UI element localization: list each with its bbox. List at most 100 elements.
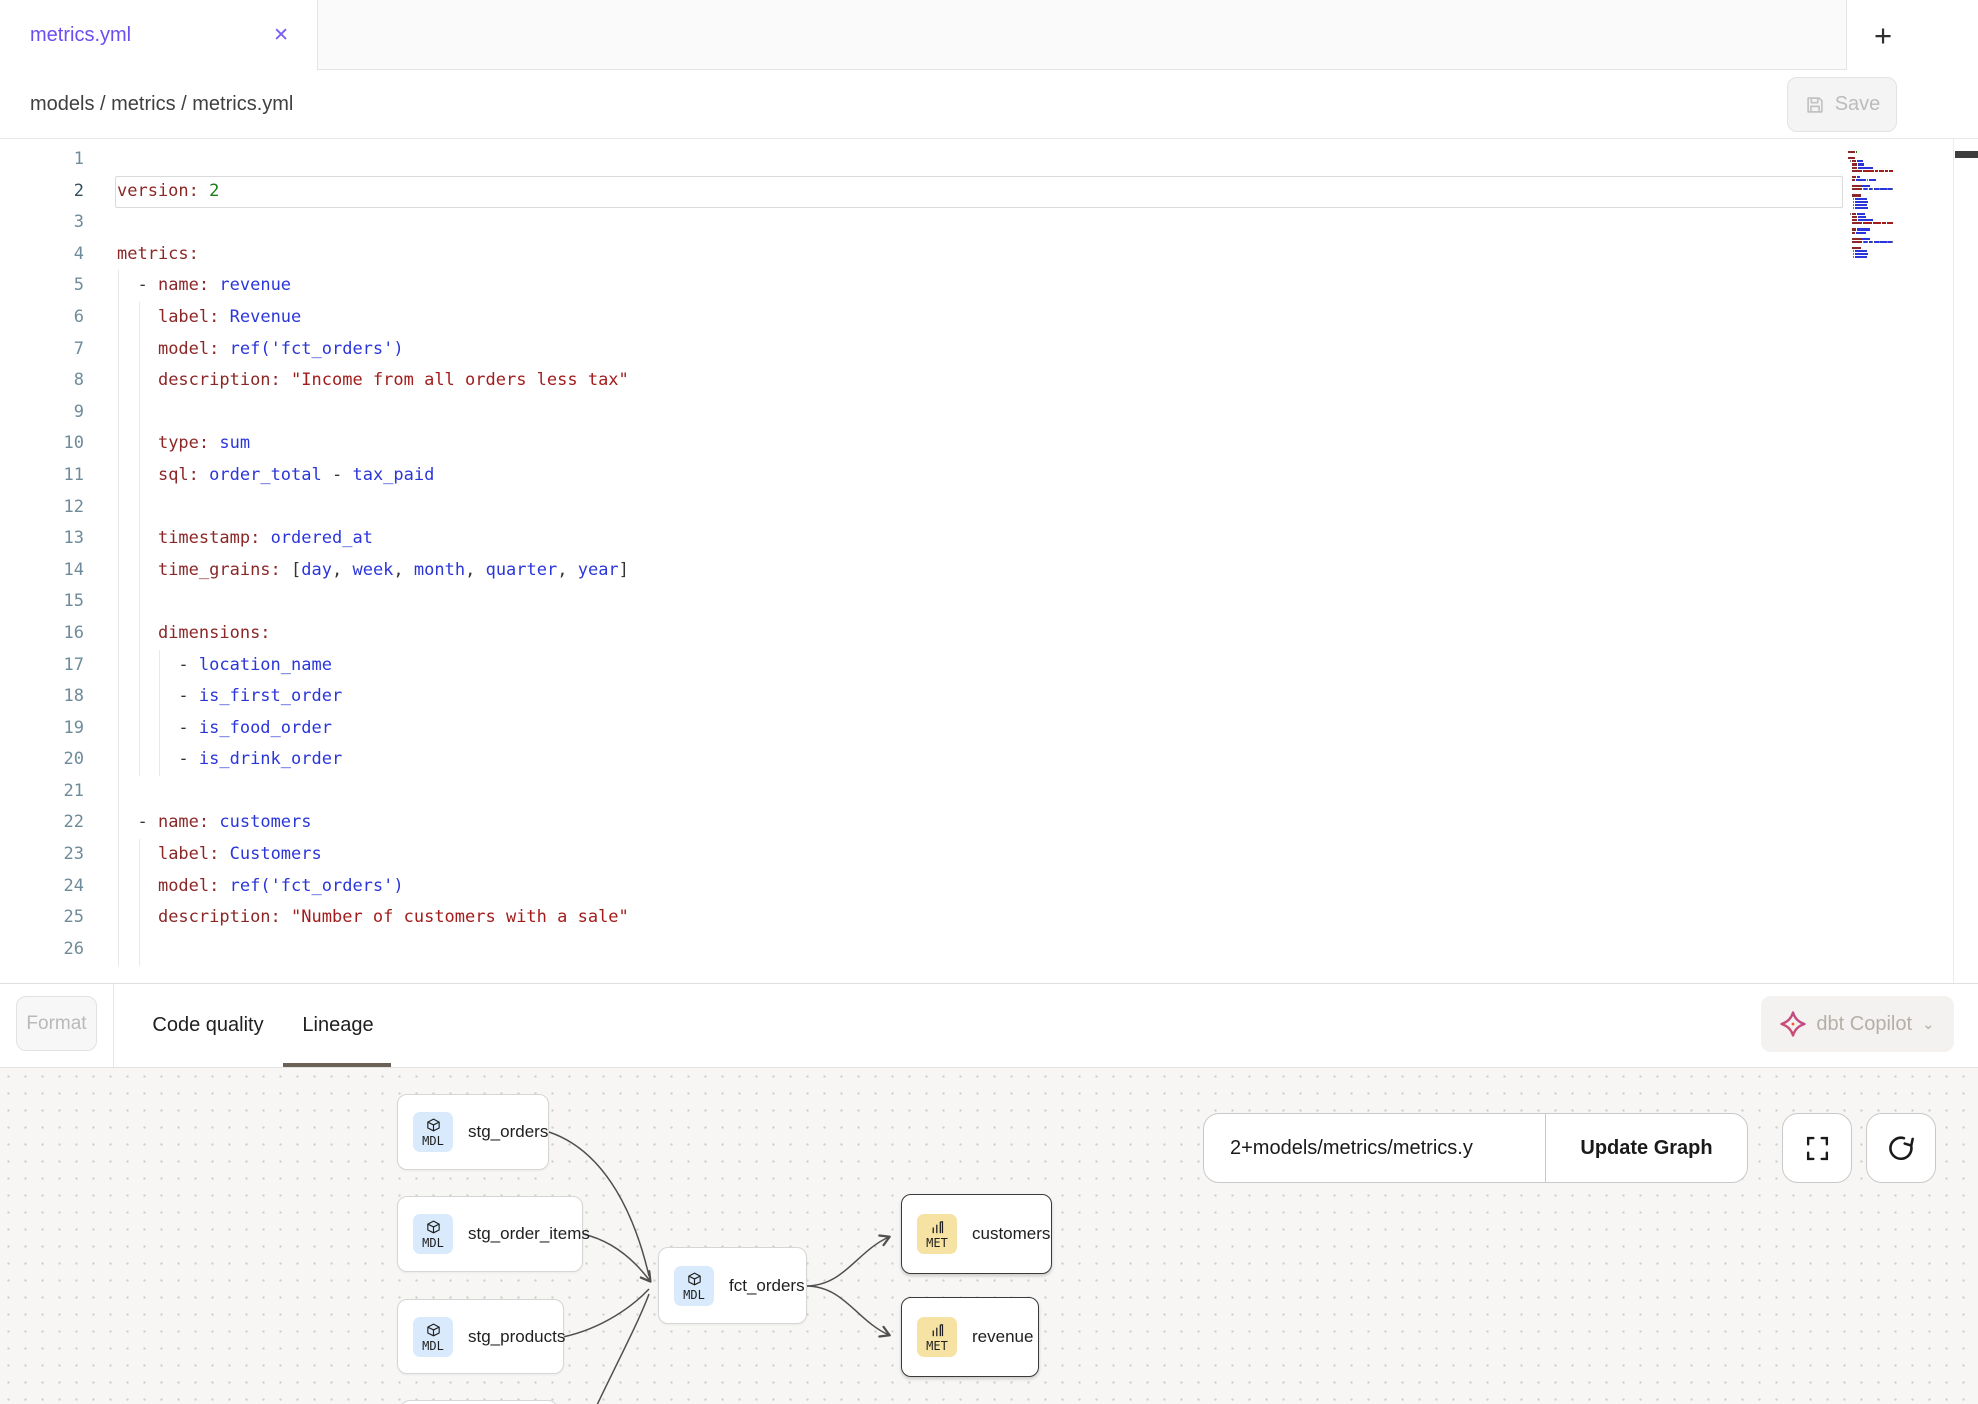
code-line: label: Revenue <box>117 302 1838 334</box>
code-line <box>117 776 1838 808</box>
code-line: - name: revenue <box>117 270 1838 302</box>
save-label: Save <box>1835 93 1881 116</box>
update-graph-button[interactable]: Update Graph <box>1546 1114 1747 1182</box>
line-number: 6 <box>0 302 84 334</box>
code-line: time_grains: [day, week, month, quarter,… <box>117 555 1838 587</box>
lineage-node-stg_order_items[interactable]: MDLstg_order_items <box>397 1196 583 1272</box>
code-line: model: ref('fct_orders') <box>117 334 1838 366</box>
code-line: description: "Income from all orders les… <box>117 365 1838 397</box>
tab-strip-filler <box>318 0 1846 70</box>
line-number: 24 <box>0 871 84 903</box>
code-line: metrics: <box>117 239 1838 271</box>
bottom-bar-divider <box>113 984 114 1067</box>
code-line: sql: order_total - tax_paid <box>117 460 1838 492</box>
code-line: label: Customers <box>117 839 1838 871</box>
node-label: stg_order_items <box>468 1224 590 1244</box>
selector-input[interactable]: 2+models/metrics/metrics.y <box>1204 1114 1545 1182</box>
save-button[interactable]: Save <box>1787 77 1897 132</box>
line-number-gutter: 1234567891011121314151617181920212223242… <box>0 144 84 965</box>
lineage-canvas[interactable]: MDLstg_ordersMDLstg_order_itemsMDLstg_pr… <box>0 1067 1978 1404</box>
model-icon: MDL <box>674 1266 714 1306</box>
line-number: 12 <box>0 492 84 524</box>
lineage-node-revenue[interactable]: MET revenue <box>901 1297 1039 1377</box>
code-line <box>117 934 1838 966</box>
line-number: 16 <box>0 618 84 650</box>
line-number: 3 <box>0 207 84 239</box>
copilot-label: dbt Copilot <box>1816 1013 1912 1036</box>
line-number: 4 <box>0 239 84 271</box>
node-label: stg_orders <box>468 1122 548 1142</box>
copilot-icon <box>1780 1011 1806 1037</box>
tab-strip: metrics.yml ✕ + <box>0 0 1978 70</box>
dbt-copilot-button[interactable]: dbt Copilot ⌄ <box>1761 996 1954 1052</box>
line-number: 8 <box>0 365 84 397</box>
line-number: 9 <box>0 397 84 429</box>
line-number: 5 <box>0 270 84 302</box>
code-line <box>117 144 1838 176</box>
code-line: - is_food_order <box>117 713 1838 745</box>
code-line <box>117 397 1838 429</box>
code-line: - is_first_order <box>117 681 1838 713</box>
line-number: 1 <box>0 144 84 176</box>
model-icon: MDL <box>413 1317 453 1357</box>
tab-title: metrics.yml <box>30 24 131 47</box>
node-label: fct_orders <box>729 1276 805 1296</box>
code-line: description: "Number of customers with a… <box>117 902 1838 934</box>
line-number: 10 <box>0 428 84 460</box>
bottom-panel-bar: Format Code quality Lineage dbt Copilot … <box>0 983 1978 1067</box>
minimap[interactable] <box>1848 148 1952 259</box>
line-number: 2 <box>0 176 84 208</box>
breadcrumb-bar: models / metrics / metrics.yml Save <box>0 70 1978 139</box>
fullscreen-icon <box>1804 1135 1831 1162</box>
save-icon <box>1804 94 1826 116</box>
refresh-button[interactable] <box>1866 1113 1936 1183</box>
dbt-cloud-ide: metrics.yml ✕ + models / metrics / metri… <box>0 0 1978 1404</box>
breadcrumb: models / metrics / metrics.yml <box>30 70 293 139</box>
line-number: 22 <box>0 807 84 839</box>
lineage-node-stg_products[interactable]: MDL stg_products <box>397 1299 564 1374</box>
node-label: customers <box>972 1224 1050 1244</box>
tab-metrics-yml[interactable]: metrics.yml ✕ <box>0 0 318 70</box>
line-number: 7 <box>0 334 84 366</box>
metric-icon: MET <box>917 1317 957 1357</box>
graph-controls: 2+models/metrics/metrics.y Update Graph <box>1203 1113 1748 1183</box>
lineage-node-stg_orders[interactable]: MDL stg_orders <box>397 1094 549 1170</box>
line-number: 21 <box>0 776 84 808</box>
code-line: - is_drink_order <box>117 744 1838 776</box>
tab-close-icon[interactable]: ✕ <box>269 22 293 49</box>
model-icon: MDL <box>413 1214 453 1254</box>
code-line <box>117 207 1838 239</box>
line-number: 23 <box>0 839 84 871</box>
code-line: dimensions: <box>117 618 1838 650</box>
line-number: 25 <box>0 902 84 934</box>
line-number: 14 <box>0 555 84 587</box>
new-tab-button[interactable]: + <box>1862 15 1904 57</box>
lineage-node-customers[interactable]: MET customers <box>901 1194 1052 1274</box>
line-number: 11 <box>0 460 84 492</box>
scrollbar-thumb[interactable] <box>1955 151 1978 158</box>
line-number: 17 <box>0 650 84 682</box>
code-editor[interactable]: 1234567891011121314151617181920212223242… <box>0 139 1978 983</box>
node-label: stg_products <box>468 1327 565 1347</box>
code-line: model: ref('fct_orders') <box>117 871 1838 903</box>
tab-code-quality[interactable]: Code quality <box>148 984 268 1067</box>
lineage-node-partial[interactable] <box>400 1400 558 1404</box>
fullscreen-button[interactable] <box>1782 1113 1852 1183</box>
lineage-node-fct_orders[interactable]: MDL fct_orders <box>658 1247 807 1324</box>
line-number: 19 <box>0 713 84 745</box>
code-line: type: sum <box>117 428 1838 460</box>
minimap-divider <box>1953 139 1954 983</box>
code-content: version: 2metrics: - name: revenue label… <box>117 144 1838 965</box>
line-number: 20 <box>0 744 84 776</box>
refresh-icon <box>1887 1134 1915 1162</box>
format-button[interactable]: Format <box>16 996 97 1051</box>
code-line: timestamp: ordered_at <box>117 523 1838 555</box>
node-label: revenue <box>972 1327 1033 1347</box>
metric-icon: MET <box>917 1214 957 1254</box>
tab-lineage[interactable]: Lineage <box>295 984 381 1067</box>
code-line <box>117 492 1838 524</box>
chevron-down-icon: ⌄ <box>1922 1015 1935 1033</box>
line-number: 26 <box>0 934 84 966</box>
line-number: 18 <box>0 681 84 713</box>
model-icon: MDL <box>413 1112 453 1152</box>
